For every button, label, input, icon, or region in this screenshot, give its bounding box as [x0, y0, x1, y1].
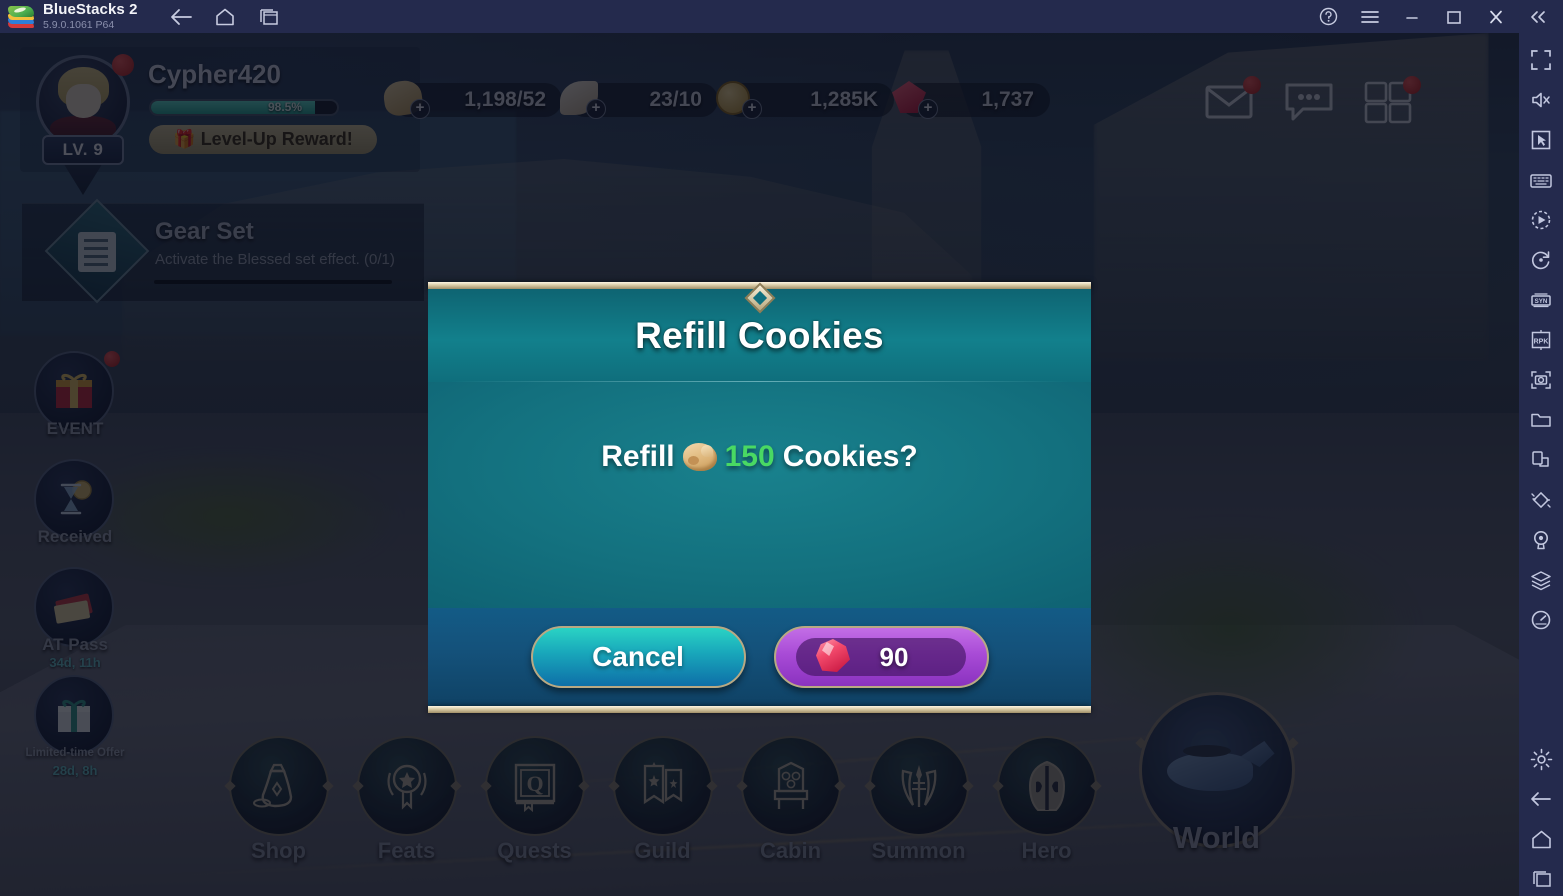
layers-icon[interactable] — [1524, 563, 1558, 597]
svg-text:RPK: RPK — [1534, 339, 1549, 346]
minimize-icon[interactable] — [1397, 4, 1427, 30]
rotate-icon[interactable] — [1524, 243, 1558, 277]
dialog-footer: Cancel 90 — [428, 608, 1091, 706]
multi-instance-sync-icon[interactable]: SYN — [1524, 283, 1558, 317]
help-icon[interactable] — [1313, 4, 1343, 30]
dialog-body: Refill 150 Cookies? — [428, 382, 1091, 608]
dialog-bottom-frame — [428, 706, 1091, 713]
multi-instance-icon[interactable] — [254, 4, 284, 30]
dialog-question: Refill 150 Cookies? — [601, 440, 917, 474]
ruby-icon — [808, 633, 856, 679]
collapse-sidebar-icon[interactable] — [1523, 4, 1553, 30]
home-icon[interactable] — [210, 4, 240, 30]
price-value: 90 — [879, 641, 909, 672]
bluestacks-window: BlueStacks 2 5.9.0.1061 P64 Refill Cooki… — [0, 0, 1563, 896]
titlebar-nav-group — [166, 4, 284, 30]
question-prefix: Refill — [601, 440, 675, 473]
mute-icon[interactable] — [1524, 83, 1558, 117]
folder-icon[interactable] — [1524, 403, 1558, 437]
svg-text:SYN: SYN — [1535, 298, 1548, 305]
question-amount: 150 — [724, 440, 775, 473]
menu-icon[interactable] — [1355, 4, 1385, 30]
app-version: 5.9.0.1061 P64 — [43, 19, 115, 32]
titlebar-text-block: BlueStacks 2 5.9.0.1061 P64 — [43, 2, 138, 31]
home-icon[interactable] — [1524, 822, 1558, 856]
close-icon[interactable] — [1481, 4, 1511, 30]
keyboard-icon[interactable] — [1524, 163, 1558, 197]
question-suffix: Cookies? — [782, 440, 918, 473]
window-controls — [1313, 4, 1563, 30]
screenshot-icon[interactable] — [1524, 363, 1558, 397]
back-arrow-icon[interactable] — [166, 4, 196, 30]
refill-cookies-dialog: Refill Cookies Refill 150 Cookies? Cance… — [428, 282, 1091, 713]
bluestacks-sidebar: SYN RPK — [1519, 33, 1563, 896]
dialog-header: Refill Cookies — [428, 282, 1091, 382]
location-icon[interactable] — [1524, 523, 1558, 557]
rpk-icon[interactable]: RPK — [1524, 323, 1558, 357]
price-chip: 90 — [796, 638, 966, 676]
macro-record-icon[interactable] — [1524, 203, 1558, 237]
cookie-icon — [682, 443, 717, 471]
confirm-purchase-button[interactable]: 90 — [773, 626, 989, 688]
titlebar: BlueStacks 2 5.9.0.1061 P64 — [0, 0, 1563, 33]
cancel-button-label: Cancel — [592, 641, 684, 672]
eco-mode-icon[interactable] — [1524, 603, 1558, 637]
game-viewport[interactable]: LV. 9 Cypher420 98.5% 🎁 Level-Up Reward!… — [0, 33, 1519, 896]
fullscreen-icon[interactable] — [1524, 43, 1558, 77]
dialog-title: Refill Cookies — [635, 314, 884, 356]
back-arrow-icon[interactable] — [1524, 782, 1558, 816]
cancel-button[interactable]: Cancel — [530, 626, 746, 688]
maximize-icon[interactable] — [1439, 4, 1469, 30]
settings-gear-icon[interactable] — [1524, 742, 1558, 776]
shake-icon[interactable] — [1524, 483, 1558, 517]
bluestacks-logo-icon — [8, 5, 34, 28]
copy-paste-icon[interactable] — [1524, 443, 1558, 477]
cursor-control-icon[interactable] — [1524, 123, 1558, 157]
recents-icon[interactable] — [1524, 862, 1558, 896]
app-title: BlueStacks 2 — [43, 1, 138, 19]
